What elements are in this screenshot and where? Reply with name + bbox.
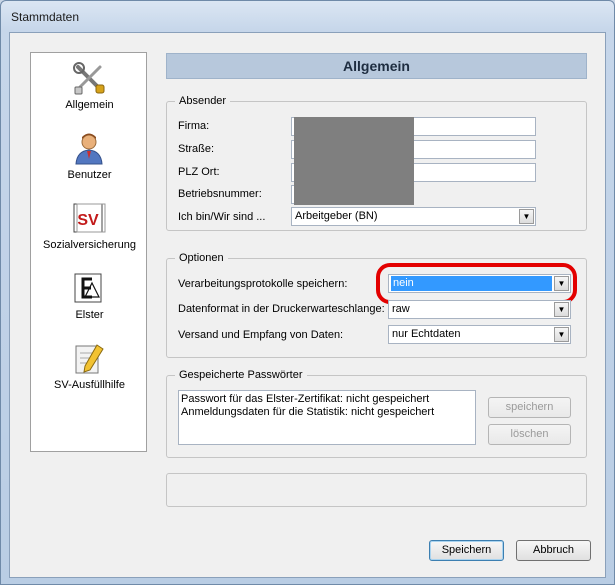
statistik-password-status: Anmeldungsdaten für die Statistik: nicht… bbox=[181, 406, 435, 418]
firma-label: Firma: bbox=[178, 120, 210, 132]
dialog-client-area: Allgemein Benutzer SV Sozialversicherung bbox=[9, 32, 606, 578]
elster-icon bbox=[74, 273, 102, 303]
sidebar-item-label: Elster bbox=[75, 309, 104, 321]
sidebar-item-allgemein[interactable]: Allgemein bbox=[31, 57, 148, 123]
sidebar-item-sv-ausfuellhilfe[interactable]: SV-Ausfüllhilfe bbox=[31, 337, 148, 403]
chevron-down-icon[interactable]: ▼ bbox=[554, 302, 569, 317]
elster-password-status: Passwort für das Elster-Zertifikat: nich… bbox=[181, 393, 430, 405]
sidebar-nav: Allgemein Benutzer SV Sozialversicherung bbox=[30, 52, 147, 452]
versand-label: Versand und Empfang von Daten: bbox=[178, 329, 344, 341]
sidebar-item-label: Benutzer bbox=[67, 169, 112, 181]
page-title: Allgemein bbox=[166, 53, 587, 79]
optionen-legend: Optionen bbox=[175, 252, 228, 264]
title-bar[interactable]: Stammdaten bbox=[1, 1, 614, 31]
datenformat-value: raw bbox=[392, 303, 410, 315]
status-area bbox=[166, 473, 587, 507]
password-delete-button[interactable]: löschen bbox=[488, 424, 571, 445]
cancel-button[interactable]: Abbruch bbox=[516, 540, 591, 561]
chevron-down-icon[interactable]: ▼ bbox=[519, 209, 534, 224]
sidebar-item-sozialversicherung[interactable]: SV Sozialversicherung bbox=[31, 197, 148, 263]
sv-icon: SV bbox=[73, 203, 106, 233]
sidebar-item-label: Allgemein bbox=[65, 99, 114, 111]
datenformat-label: Datenformat in der Druckerwarteschlange: bbox=[178, 303, 385, 315]
ich-bin-label: Ich bin/Wir sind ... bbox=[178, 211, 266, 223]
sidebar-item-label: SV-Ausfüllhilfe bbox=[54, 379, 125, 391]
plz-ort-label: PLZ Ort: bbox=[178, 166, 220, 178]
highlight-ring bbox=[376, 263, 577, 304]
strasse-label: Straße: bbox=[178, 143, 215, 155]
protokoll-label: Verarbeitungsprotokolle speichern: bbox=[178, 278, 348, 290]
sidebar-item-label: Sozialversicherung bbox=[43, 239, 136, 251]
user-icon bbox=[75, 133, 103, 165]
datenformat-select[interactable]: raw ▼ bbox=[388, 300, 571, 319]
sidebar-item-benutzer[interactable]: Benutzer bbox=[31, 127, 148, 193]
save-button[interactable]: Speichern bbox=[429, 540, 504, 561]
chevron-down-icon[interactable]: ▼ bbox=[554, 327, 569, 342]
versand-select[interactable]: nur Echtdaten ▼ bbox=[388, 325, 571, 344]
tools-icon bbox=[73, 62, 105, 95]
form-pencil-icon bbox=[75, 344, 104, 374]
ich-bin-value: Arbeitgeber (BN) bbox=[295, 210, 378, 222]
window-title: Stammdaten bbox=[11, 10, 80, 24]
absender-legend: Absender bbox=[175, 95, 231, 107]
sidebar-item-elster[interactable]: Elster bbox=[31, 267, 148, 333]
password-status-list: Passwort für das Elster-Zertifikat: nich… bbox=[178, 390, 476, 445]
ich-bin-select[interactable]: Arbeitgeber (BN) ▼ bbox=[291, 207, 536, 226]
versand-value: nur Echtdaten bbox=[392, 328, 461, 340]
redaction-block bbox=[294, 117, 414, 205]
passwoerter-legend: Gespeicherte Passwörter bbox=[175, 369, 307, 381]
password-save-button[interactable]: speichern bbox=[488, 397, 571, 418]
svg-text:SV: SV bbox=[77, 212, 99, 229]
betriebsnummer-label: Betriebsnummer: bbox=[178, 188, 262, 200]
stammdaten-window: Stammdaten Allgemein Benutzer SV Sozialv… bbox=[0, 0, 615, 585]
